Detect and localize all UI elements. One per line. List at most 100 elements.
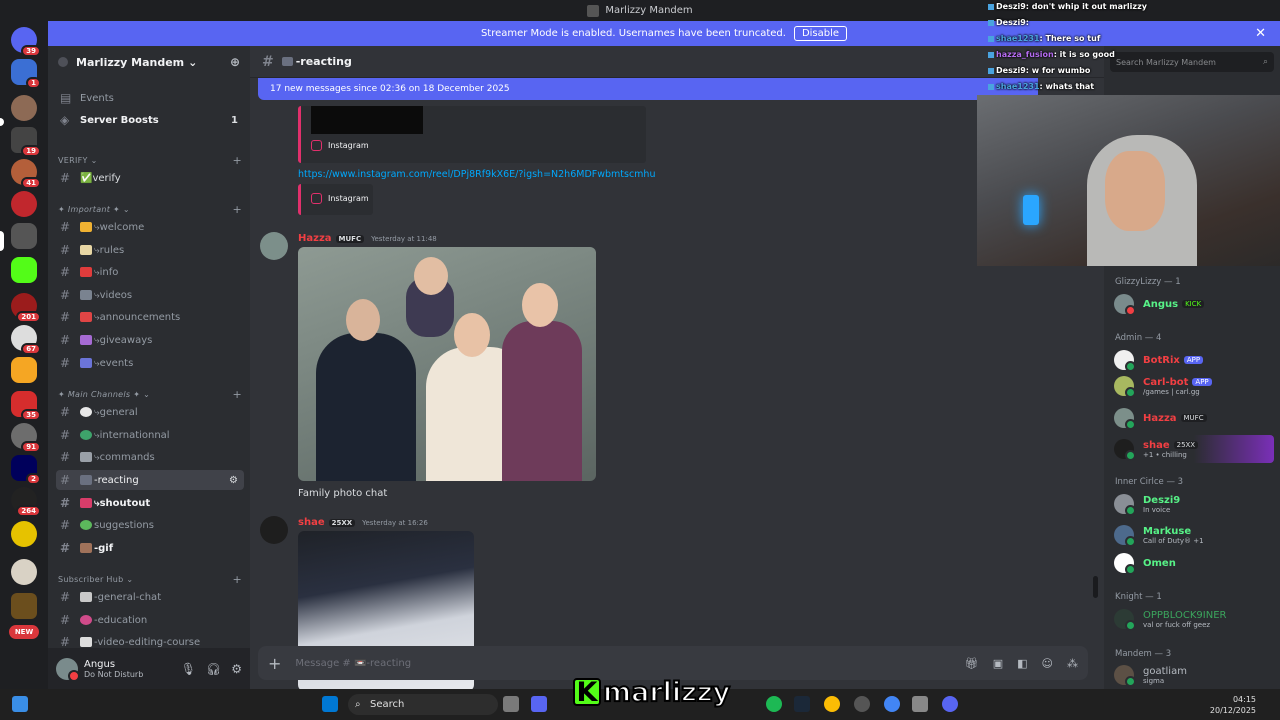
avatar[interactable]: [260, 516, 288, 544]
channel-verify[interactable]: # ✅verify: [56, 168, 244, 188]
instagram-embed[interactable]: Instagram: [298, 106, 646, 163]
microphone-icon[interactable]: 🎙︎: [181, 662, 196, 676]
channel-giveaways[interactable]: # ⤷giveaways: [56, 330, 244, 350]
server-icon[interactable]: 19: [11, 127, 41, 157]
add-attachment-icon[interactable]: +: [268, 654, 281, 673]
member-item[interactable]: goatliam sigma: [1114, 663, 1274, 687]
robot-icon: [80, 452, 92, 462]
member-item[interactable]: Hazza MUFC: [1114, 406, 1274, 430]
add-member-icon[interactable]: ⊕: [230, 55, 240, 69]
app-icon[interactable]: [531, 696, 547, 712]
globe-icon: [80, 430, 92, 440]
server-icon[interactable]: 67: [11, 325, 41, 355]
member-item[interactable]: Carl-bot APP/games | carl.gg: [1114, 374, 1274, 398]
chrome-icon[interactable]: [884, 696, 900, 712]
channel-gif[interactable]: # -gif: [56, 538, 244, 558]
server-icon[interactable]: [11, 191, 37, 217]
emoji-icon[interactable]: ☺: [1042, 657, 1053, 670]
server-icon[interactable]: [11, 521, 37, 547]
member-item[interactable]: OPPBLOCK9INER val or fuck off geez: [1114, 607, 1274, 631]
server-icon[interactable]: [11, 593, 37, 619]
new-messages-bar[interactable]: 17 new messages since 02:36 on 18 Decemb…: [258, 78, 1038, 100]
member-item[interactable]: Omen: [1114, 551, 1274, 575]
member-item[interactable]: shae 25XX +1 • chilling: [1114, 435, 1274, 463]
message-composer[interactable]: + Message # 📼-reacting 🎁︎ ▣ ◧ ☺ ⁂: [258, 646, 1088, 680]
channel-suggestions[interactable]: # suggestions: [56, 515, 244, 535]
message-input[interactable]: Message # 📼-reacting: [295, 658, 411, 669]
events-item[interactable]: ▤ Events: [56, 88, 244, 108]
server-icon[interactable]: [11, 223, 37, 249]
taskbar-search[interactable]: ⌕ Search: [348, 694, 498, 715]
instagram-embed[interactable]: Instagram: [298, 184, 373, 215]
system-clock[interactable]: 04:15 20/12/2025: [1210, 694, 1256, 716]
server-icon[interactable]: 41: [11, 159, 41, 189]
plus-icon[interactable]: +: [232, 154, 242, 167]
category-main[interactable]: ✦ Main Channels ✦ ⌄ +: [58, 388, 242, 401]
member-name: Hazza: [1143, 412, 1177, 424]
avatar[interactable]: [56, 657, 80, 682]
server-icon[interactable]: [11, 559, 37, 585]
disable-button[interactable]: Disable: [793, 26, 848, 41]
author-name[interactable]: Hazza: [298, 233, 332, 244]
attached-image[interactable]: [298, 247, 596, 481]
kick-server-icon[interactable]: [11, 257, 37, 283]
channel-education[interactable]: # -education: [56, 610, 244, 630]
server-icon[interactable]: 2: [11, 455, 41, 485]
author-name[interactable]: shae: [298, 517, 325, 528]
server-icon[interactable]: 201: [11, 293, 41, 323]
headphones-icon[interactable]: 🎧︎: [206, 662, 221, 676]
gear-icon[interactable]: ⚙: [231, 662, 242, 676]
sticker-icon[interactable]: ◧: [1017, 657, 1027, 670]
category-important[interactable]: ✦ Important ✦ ⌄ +: [58, 203, 242, 216]
server-icon[interactable]: 1: [11, 59, 41, 89]
member-item[interactable]: Deszi9 In voice: [1114, 492, 1274, 516]
plus-icon[interactable]: +: [232, 388, 242, 401]
taskview-icon[interactable]: [503, 696, 519, 712]
server-icon[interactable]: 35: [11, 391, 41, 421]
gift-icon[interactable]: 🎁︎: [965, 657, 979, 670]
guild-header[interactable]: Marlizzy Mandem ⌄ ⊕: [48, 46, 250, 78]
category-verify[interactable]: VERIFY ⌄ +: [58, 154, 242, 167]
channel-settings-icon[interactable]: ⚙: [229, 475, 238, 486]
plus-icon[interactable]: +: [232, 573, 242, 586]
channel-welcome[interactable]: # ⤷welcome: [56, 217, 244, 237]
channel-rules[interactable]: # ⤷rules: [56, 240, 244, 260]
channel-internationnal[interactable]: # ⤷internationnal: [56, 425, 244, 445]
message-link[interactable]: https://www.instagram.com/reel/DPj8Rf9kX…: [298, 169, 655, 180]
widgets-icon[interactable]: [12, 696, 28, 712]
member-item[interactable]: BotRix APP: [1114, 348, 1274, 372]
apps-icon[interactable]: ⁂: [1067, 657, 1078, 670]
channel-shoutout[interactable]: # ⤷shoutout: [56, 493, 244, 513]
category-subscriber[interactable]: Subscriber Hub ⌄ +: [58, 573, 242, 586]
server-icon[interactable]: 264: [11, 487, 41, 517]
channel-label: ⤷giveaways: [94, 334, 153, 346]
spotify-icon[interactable]: [766, 696, 782, 712]
channel-videos[interactable]: # ⤷videos: [56, 285, 244, 305]
channel-reacting[interactable]: # -reacting ⚙: [56, 470, 244, 490]
app-icon[interactable]: [854, 696, 870, 712]
plus-icon[interactable]: +: [232, 203, 242, 216]
steam-icon[interactable]: [794, 696, 810, 712]
channel-announcements[interactable]: # ⤷announcements: [56, 307, 244, 327]
server-icon[interactable]: 91: [11, 423, 41, 453]
channel-events[interactable]: # ⤷events: [56, 353, 244, 373]
boosts-item[interactable]: ◈ Server Boosts 1: [56, 110, 244, 130]
chrome-icon[interactable]: [824, 696, 840, 712]
user-status: Do Not Disturb: [84, 669, 144, 679]
direct-messages-icon[interactable]: 39: [11, 27, 41, 57]
server-icon[interactable]: [11, 357, 37, 383]
scrollbar[interactable]: [1093, 576, 1098, 598]
member-item[interactable]: Angus KICK: [1114, 292, 1274, 316]
server-icon[interactable]: [11, 95, 37, 121]
settings-icon[interactable]: [912, 696, 928, 712]
channel-commands[interactable]: # ⤷commands: [56, 447, 244, 467]
channel-general[interactable]: # ⤷general: [56, 402, 244, 422]
discord-icon[interactable]: [942, 696, 958, 712]
channel-info[interactable]: # ⤷info: [56, 262, 244, 282]
gif-icon[interactable]: ▣: [993, 657, 1003, 670]
avatar[interactable]: [260, 232, 288, 260]
boost-count: 1: [231, 114, 238, 126]
start-icon[interactable]: [322, 696, 338, 712]
channel-general-chat[interactable]: # -general-chat: [56, 587, 244, 607]
member-item[interactable]: Markuse Call of Duty® +1: [1114, 523, 1274, 547]
